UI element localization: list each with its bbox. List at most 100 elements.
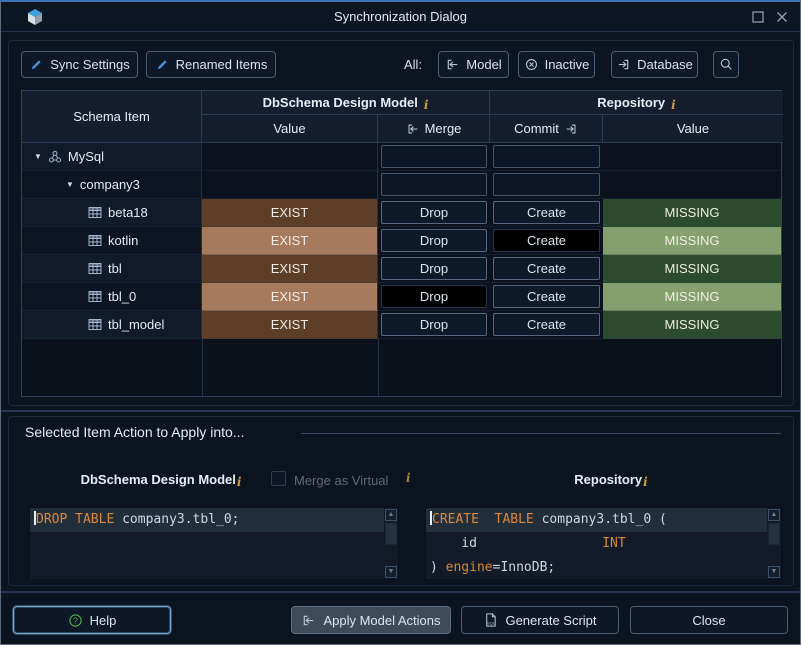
commit-into-database-icon bbox=[616, 57, 631, 72]
scrollbar-thumb[interactable] bbox=[385, 523, 397, 545]
all-inactive-button[interactable]: Inactive bbox=[518, 51, 595, 78]
sql-line: ) engine=InnoDB; bbox=[426, 556, 767, 580]
table-row[interactable]: ▼ tbl_model EXIST Drop Create MISSING bbox=[22, 311, 781, 339]
info-icon: i bbox=[424, 98, 429, 112]
sync-settings-button[interactable]: Sync Settings bbox=[21, 51, 138, 78]
info-icon: i bbox=[406, 471, 411, 485]
row-label: tbl_model bbox=[108, 317, 164, 332]
table-row[interactable]: ▼ tbl EXIST Drop Create MISSING bbox=[22, 255, 781, 283]
table-icon bbox=[88, 290, 102, 303]
apply-model-actions-label: Apply Model Actions bbox=[323, 613, 440, 628]
commit-action-button[interactable]: Create bbox=[493, 201, 600, 224]
commit-cell: Create bbox=[490, 311, 603, 339]
window-title: Synchronization Dialog bbox=[1, 2, 800, 32]
maximize-button[interactable] bbox=[748, 8, 768, 26]
apply-model-actions-button[interactable]: Apply Model Actions bbox=[291, 606, 451, 634]
sql-line: DROP TABLE company3.tbl_0; bbox=[30, 508, 384, 532]
merge-arrow-icon bbox=[406, 122, 420, 136]
commit-action-button[interactable]: Create bbox=[493, 285, 600, 308]
commit-action-button[interactable]: Create bbox=[493, 229, 600, 252]
scroll-down-icon[interactable]: ▼ bbox=[385, 566, 397, 578]
table-icon bbox=[88, 262, 102, 275]
renamed-items-button[interactable]: Renamed Items bbox=[146, 51, 276, 78]
merge-action-button[interactable] bbox=[381, 145, 487, 168]
model-value-cell bbox=[202, 171, 378, 199]
close-dialog-button[interactable]: Close bbox=[630, 606, 788, 634]
help-label: Help bbox=[90, 613, 117, 628]
model-value-cell: EXIST bbox=[202, 255, 378, 283]
commit-action-button[interactable] bbox=[493, 173, 600, 196]
help-button[interactable]: ? Help bbox=[13, 606, 171, 634]
model-sql-header: DbSchema Design Modeli bbox=[41, 472, 281, 487]
info-icon: i bbox=[643, 475, 648, 489]
section-divider bbox=[1, 410, 801, 412]
commit-cell: Create bbox=[490, 227, 603, 255]
repo-value-cell: MISSING bbox=[603, 227, 781, 255]
pencil-icon bbox=[155, 57, 170, 72]
scroll-down-icon[interactable]: ▼ bbox=[768, 566, 780, 578]
row-label: tbl_0 bbox=[108, 289, 136, 304]
model-sql-editor[interactable]: DROP TABLE company3.tbl_0; ▲ ▼ bbox=[29, 507, 399, 580]
close-label: Close bbox=[692, 613, 725, 628]
repo-value-cell bbox=[603, 171, 781, 199]
footer-divider bbox=[1, 591, 801, 593]
table-row[interactable]: ▼ kotlin EXIST Drop Create MISSING bbox=[22, 227, 781, 255]
table-icon bbox=[88, 234, 102, 247]
merge-action-button[interactable]: Drop bbox=[381, 257, 487, 280]
schema-item-cell: ▼ kotlin bbox=[22, 227, 202, 255]
column-header-schema-item: Schema Item bbox=[22, 91, 202, 143]
merge-cell bbox=[378, 143, 490, 171]
merge-action-button[interactable]: Drop bbox=[381, 285, 487, 308]
scrollbar-thumb[interactable] bbox=[768, 523, 780, 545]
inactive-circle-x-icon bbox=[524, 57, 539, 72]
dbschema-app-icon bbox=[24, 5, 46, 29]
expand-arrow-icon[interactable]: ▼ bbox=[34, 152, 42, 161]
all-model-label: Model bbox=[466, 57, 501, 72]
schema-item-cell: ▼ MySql bbox=[22, 143, 202, 171]
schema-item-cell: ▼ tbl_model bbox=[22, 311, 202, 339]
info-icon: i bbox=[237, 475, 242, 489]
table-icon bbox=[88, 318, 102, 331]
sync-table: Schema Item DbSchema Design Modeli Repos… bbox=[21, 90, 782, 397]
column-header-merge: Merge bbox=[378, 115, 490, 143]
column-header-repo-value: Value bbox=[603, 115, 783, 143]
schema-item-cell: ▼ tbl bbox=[22, 255, 202, 283]
table-row[interactable]: ▼ company3 bbox=[22, 171, 781, 199]
commit-cell bbox=[490, 171, 603, 199]
all-database-button[interactable]: Database bbox=[611, 51, 698, 78]
search-button[interactable] bbox=[713, 51, 739, 78]
synchronization-dialog-window: Synchronization Dialog Sync Settings Ren… bbox=[0, 0, 801, 645]
table-row[interactable]: ▼ beta18 EXIST Drop Create MISSING bbox=[22, 199, 781, 227]
table-row[interactable]: ▼ MySql bbox=[22, 143, 781, 171]
scroll-up-icon[interactable]: ▲ bbox=[768, 509, 780, 521]
merge-as-virtual-checkbox[interactable] bbox=[271, 471, 286, 486]
table-row[interactable]: ▼ tbl_0 EXIST Drop Create MISSING bbox=[22, 283, 781, 311]
merge-action-button[interactable]: Drop bbox=[381, 229, 487, 252]
generate-script-button[interactable]: SQL Generate Script bbox=[461, 606, 619, 634]
column-group-model: DbSchema Design Modeli bbox=[202, 91, 490, 115]
table-rows: ▼ MySql ▼ company3 ▼ beta18 EXIST Drop C… bbox=[22, 143, 781, 339]
renamed-items-label: Renamed Items bbox=[176, 57, 268, 72]
merge-action-button[interactable]: Drop bbox=[381, 313, 487, 336]
sql-line: CREATE TABLE company3.tbl_0 ( bbox=[426, 508, 767, 532]
commit-cell bbox=[490, 143, 603, 171]
all-model-button[interactable]: Model bbox=[438, 51, 509, 78]
column-divider bbox=[378, 339, 379, 396]
column-divider bbox=[202, 339, 203, 396]
repository-sql-editor[interactable]: CREATE TABLE company3.tbl_0 ( id INT) en… bbox=[425, 507, 782, 580]
search-icon bbox=[719, 57, 734, 72]
expand-arrow-icon[interactable]: ▼ bbox=[66, 180, 74, 189]
merge-action-button[interactable] bbox=[381, 173, 487, 196]
schema-item-cell: ▼ beta18 bbox=[22, 199, 202, 227]
close-button[interactable] bbox=[772, 8, 792, 26]
commit-cell: Create bbox=[490, 199, 603, 227]
commit-action-button[interactable] bbox=[493, 145, 600, 168]
commit-action-button[interactable]: Create bbox=[493, 257, 600, 280]
scroll-up-icon[interactable]: ▲ bbox=[385, 509, 397, 521]
maximize-icon bbox=[752, 11, 764, 23]
merge-action-button[interactable]: Drop bbox=[381, 201, 487, 224]
all-inactive-label: Inactive bbox=[545, 57, 590, 72]
commit-action-button[interactable]: Create bbox=[493, 313, 600, 336]
schema-cluster-icon bbox=[48, 150, 62, 164]
schema-item-cell: ▼ tbl_0 bbox=[22, 283, 202, 311]
